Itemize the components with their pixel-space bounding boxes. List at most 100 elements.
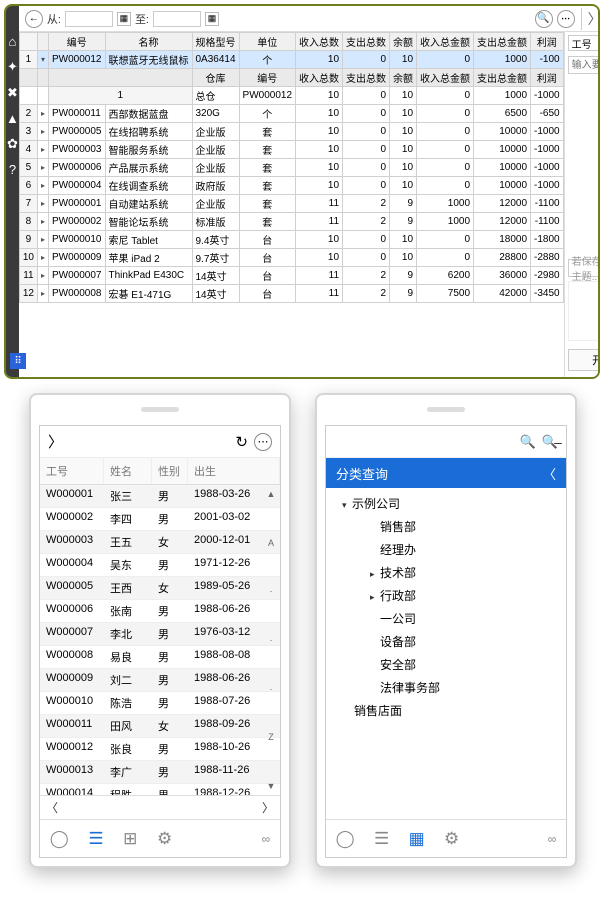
tree-item[interactable]: 设备部 [326, 630, 566, 653]
scroll-up-icon[interactable]: ▲ [267, 489, 276, 499]
table-row[interactable]: 11▸PW000007ThinkPad E430C14英寸台1129620036… [19, 267, 563, 285]
col-name[interactable]: 姓名 [104, 458, 152, 484]
chevron-right-icon[interactable]: 〉 [48, 431, 63, 452]
table-row[interactable]: 6▸PW000004在线调查系统政府版套10010010000-1000 [19, 177, 563, 195]
table-row[interactable]: 9▸PW000010索尼 Tablet9.4英寸台10010018000-180… [19, 231, 563, 249]
more-icon[interactable]: ∞ [548, 832, 557, 846]
save-topic-input[interactable]: 若保存，请输入主题...✔ [568, 259, 600, 277]
start-query-button[interactable]: 开始查询 [568, 349, 600, 371]
calendar-from-icon[interactable]: ▦ [117, 12, 131, 26]
back-button[interactable]: ← [25, 10, 43, 28]
tree-item[interactable]: 安全部 [326, 653, 566, 676]
more-icon[interactable]: ⋯ [254, 433, 272, 451]
tree-item[interactable]: 一公司 [326, 607, 566, 630]
settings-icon[interactable]: ⚙ [157, 829, 172, 849]
query-value-input[interactable] [568, 56, 600, 74]
table-row[interactable]: 12▸PW000008宏碁 E1-471G14英寸台1129750042000-… [19, 285, 563, 303]
list-icon[interactable]: ☰ [88, 829, 103, 849]
list-item[interactable]: W000012张良男1988-10-26 [40, 738, 280, 761]
apps-grid-icon[interactable]: ⠿ [10, 353, 26, 369]
date-from-input[interactable] [65, 11, 113, 27]
col-sex[interactable]: 性别 [152, 458, 188, 484]
grid-header[interactable]: 单位 [239, 33, 295, 51]
tree-item[interactable]: ▸行政部 [326, 584, 566, 607]
grid-header[interactable]: 名称 [105, 33, 192, 51]
grid-header[interactable]: 收入总金额 [417, 33, 474, 51]
table-row[interactable]: 10▸PW000009苹果 iPad 29.7英寸台10010028800-28… [19, 249, 563, 267]
tree-item[interactable]: 法律事务部 [326, 676, 566, 699]
col-id[interactable]: 工号 [40, 458, 104, 484]
search-icon[interactable]: 🔍 [520, 434, 536, 450]
toolbar: ← 从: ▦ 至: ▦ 🔍 ⋯ 〉 高级查询 [19, 6, 600, 32]
more-button[interactable]: ⋯ [557, 10, 575, 28]
home-icon[interactable]: ⌂ [9, 34, 17, 49]
table-row[interactable]: 2▸PW000011西部数据蓝盘320G个1001006500-650 [19, 105, 563, 123]
refresh-icon[interactable]: ↻ [235, 433, 248, 451]
field-select[interactable]: 工号▾ [568, 35, 600, 51]
alpha-scroll[interactable]: ▲ A ··· Z ▼ [264, 489, 278, 791]
grid-header[interactable]: 利润 [531, 33, 564, 51]
tree-item[interactable]: 经理办 [326, 538, 566, 561]
list-item[interactable]: W000007李北男1976-03-12 [40, 623, 280, 646]
tree-item[interactable]: 销售部 [326, 515, 566, 538]
col-dob[interactable]: 出生 [188, 458, 280, 484]
settings-icon[interactable]: ✿ [7, 136, 18, 152]
list-item[interactable]: W000013李广男1988-11-26 [40, 761, 280, 784]
table-row[interactable]: 7▸PW000001自动建站系统企业版套1129100012000-1100 [19, 195, 563, 213]
category-tree[interactable]: ▾示例公司销售部经理办▸技术部▸行政部一公司设备部安全部法律事务部销售店面 [326, 488, 566, 819]
left-sidebar: ⌂ ✦ ✖ ▲ ✿ ? ⠿ [6, 6, 19, 377]
chat-icon[interactable]: ✦ [7, 59, 18, 75]
table-row[interactable]: 3▸PW000005在线招聘系统企业版套10010010000-1000 [19, 123, 563, 141]
table-sub-row[interactable]: 1总仓PW0000121001001000-1000 [19, 87, 563, 105]
list-item[interactable]: W000005王西女1989-05-26 [40, 577, 280, 600]
list-item[interactable]: W000010陈浩男1988-07-26 [40, 692, 280, 715]
settings-icon[interactable]: ⚙ [444, 829, 459, 849]
chevron-right-icon[interactable]: 〉 [588, 9, 600, 29]
list-item[interactable]: W000002李四男2001-03-02 [40, 508, 280, 531]
list-item[interactable]: W000011田风女1988-09-26 [40, 715, 280, 738]
scroll-down-icon[interactable]: ▼ [267, 781, 276, 791]
grid-header[interactable]: 收入总数 [296, 33, 343, 51]
back-chevron-icon[interactable]: 〈 [543, 464, 556, 483]
list-icon[interactable]: ☰ [374, 829, 389, 849]
table-row[interactable]: 1▾PW000012联想蓝牙无线鼠标0A36414个1001001000-100 [19, 51, 563, 69]
user-icon[interactable]: ▲ [6, 111, 19, 126]
more-icon[interactable]: ∞ [262, 832, 271, 846]
grid-header[interactable]: 余额 [390, 33, 417, 51]
list-item[interactable]: W000004吴东男1971-12-26 [40, 554, 280, 577]
list-item[interactable]: W000006张南男1988-06-26 [40, 600, 280, 623]
saved-queries-list [568, 281, 600, 341]
data-grid[interactable]: 编号名称规格型号单位收入总数支出总数余额收入总金额支出总金额利润1▾PW0000… [19, 32, 564, 377]
grid-header[interactable]: 编号 [49, 33, 105, 51]
grid-icon[interactable]: ▦ [409, 829, 425, 849]
grid-icon[interactable]: ⊞ [123, 829, 137, 849]
search-button[interactable]: 🔍 [535, 10, 553, 28]
tree-item[interactable]: ▸技术部 [326, 561, 566, 584]
prev-page-icon[interactable]: 〈 [46, 799, 58, 816]
list-body[interactable]: ▲ A ··· Z ▼ W000001张三男1988-03-26W000002李… [40, 485, 280, 795]
list-item[interactable]: W000003王五女2000-12-01 [40, 531, 280, 554]
tree-root[interactable]: ▾示例公司 [326, 492, 566, 515]
chat-icon[interactable]: ◯ [50, 829, 69, 849]
date-to-input[interactable] [153, 11, 201, 27]
filter-icon[interactable]: 🔍̶ [542, 434, 558, 450]
list-item[interactable]: W000008易良男1988-08-08 [40, 646, 280, 669]
help-icon[interactable]: ? [9, 162, 16, 177]
calendar-to-icon[interactable]: ▦ [205, 12, 219, 26]
list-item[interactable]: W000009刘二男1988-06-26 [40, 669, 280, 692]
table-row[interactable]: 4▸PW000003智能服务系统企业版套10010010000-1000 [19, 141, 563, 159]
grid-header[interactable]: 支出总数 [343, 33, 390, 51]
grid-header[interactable]: 规格型号 [192, 33, 239, 51]
table-row[interactable]: 8▸PW000002智能论坛系统标准版套1129100012000-1100 [19, 213, 563, 231]
main-area: ← 从: ▦ 至: ▦ 🔍 ⋯ 〉 高级查询 编号名称规格型号单位收入总数支出总… [19, 6, 600, 377]
list-item[interactable]: W000014程胜男1988-12-26 [40, 784, 280, 795]
grid-header[interactable]: 支出总金额 [474, 33, 531, 51]
next-page-icon[interactable]: 〉 [262, 799, 274, 816]
list-item[interactable]: W000001张三男1988-03-26 [40, 485, 280, 508]
sub-header: 编号 [239, 69, 295, 87]
table-row[interactable]: 5▸PW000006产品展示系统企业版套10010010000-1000 [19, 159, 563, 177]
chat-icon[interactable]: ◯ [336, 829, 355, 849]
tools-icon[interactable]: ✖ [7, 85, 18, 101]
tree-item[interactable]: 销售店面 [326, 699, 566, 722]
sub-header: 支出总金额 [474, 69, 531, 87]
